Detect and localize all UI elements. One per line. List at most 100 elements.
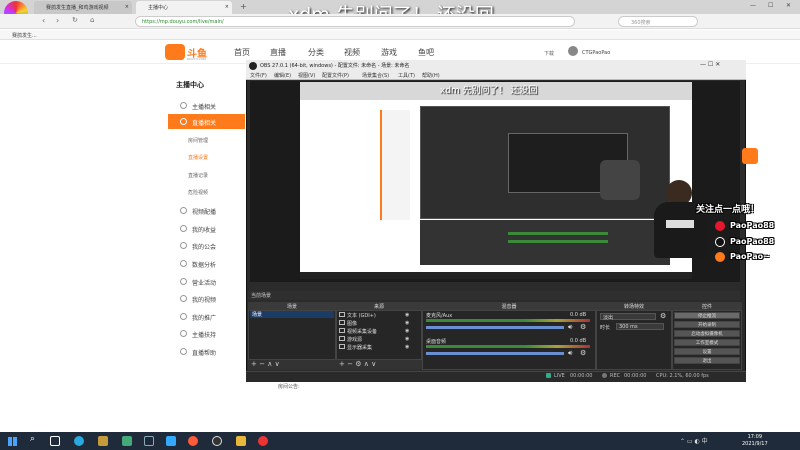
menu-support[interactable]: 主播扶持 bbox=[168, 326, 245, 341]
download-link[interactable]: 下载 bbox=[544, 50, 554, 57]
menu-income[interactable]: 我的收益 bbox=[168, 221, 245, 236]
submenu-danger[interactable]: 危险视频 bbox=[188, 189, 208, 196]
rec-indicator bbox=[602, 373, 607, 378]
duration-input[interactable]: 300 ms bbox=[616, 323, 664, 330]
menu-video[interactable]: 视频配播 bbox=[168, 203, 245, 218]
start-recording-button[interactable]: 开始录制 bbox=[674, 321, 740, 328]
obs-menu-file[interactable]: 文件(F) bbox=[250, 72, 267, 79]
reload-icon[interactable]: ↻ bbox=[72, 16, 78, 24]
new-tab-button[interactable]: + bbox=[240, 2, 247, 11]
source-item[interactable]: 文本 (GDI+) ◉ bbox=[337, 312, 422, 319]
exit-button[interactable]: 退出 bbox=[674, 357, 740, 364]
source-item[interactable]: 视频采集设备 ◉ bbox=[337, 328, 422, 335]
home-icon[interactable]: ⌂ bbox=[90, 16, 94, 24]
obs-menu-tools[interactable]: 工具(T) bbox=[398, 72, 415, 79]
obs-menu-profile[interactable]: 配置文件(P) bbox=[322, 72, 349, 79]
browser-tab[interactable]: 赛鸽发生直播_和鸡游戏视频 × bbox=[34, 1, 132, 14]
address-bar[interactable]: https://mp.douyu.com/live/main/ bbox=[135, 16, 575, 27]
scene-item[interactable]: 场景 bbox=[250, 311, 334, 318]
menu-myvideo[interactable]: 我的视频 bbox=[168, 291, 245, 306]
gear-icon[interactable]: ⚙ bbox=[355, 360, 361, 368]
eye-icon[interactable]: ◉ bbox=[405, 312, 409, 318]
forward-icon[interactable]: › bbox=[56, 16, 59, 25]
virtual-camera-button[interactable]: 启动虚拟摄像机 bbox=[674, 330, 740, 337]
speaker-icon[interactable]: 🔊︎ bbox=[568, 323, 572, 332]
eye-icon[interactable]: ◉ bbox=[405, 320, 409, 326]
nav-category[interactable]: 分类 bbox=[308, 47, 324, 58]
submenu-records[interactable]: 直播记录 bbox=[188, 172, 208, 179]
tray-icons[interactable]: ⌃ ▭ ◐ 中 bbox=[680, 436, 708, 445]
minimize-icon[interactable]: — bbox=[750, 2, 756, 9]
app-icon[interactable] bbox=[122, 436, 132, 446]
add-icon[interactable]: + bbox=[339, 360, 345, 368]
obs-menu-scenecol[interactable]: 场景集合(S) bbox=[362, 72, 389, 79]
obs-menu-help[interactable]: 帮助(H) bbox=[422, 72, 440, 79]
browser-icon[interactable] bbox=[258, 436, 268, 446]
eye-icon[interactable]: ◉ bbox=[405, 336, 409, 342]
remove-icon[interactable]: − bbox=[259, 360, 265, 368]
up-icon[interactable]: ∧ bbox=[364, 360, 369, 368]
menu-help[interactable]: 直播帮助 bbox=[168, 344, 245, 359]
menu-live[interactable]: 直播相关 bbox=[168, 114, 245, 129]
douyu-icon[interactable] bbox=[188, 436, 198, 446]
search-icon[interactable]: ⌕ bbox=[30, 434, 35, 444]
add-icon[interactable]: + bbox=[251, 360, 257, 368]
maximize-icon[interactable]: ☐ bbox=[768, 2, 773, 9]
app-icon[interactable] bbox=[166, 436, 176, 446]
edge-icon[interactable] bbox=[74, 436, 84, 446]
submenu-room[interactable]: 房间管理 bbox=[188, 137, 208, 144]
search-box[interactable]: 360搜索 bbox=[618, 16, 698, 27]
nav-fishbar[interactable]: 鱼吧 bbox=[418, 47, 434, 58]
source-item[interactable]: 显示器采集 ◉ bbox=[337, 344, 422, 351]
start-icon[interactable] bbox=[8, 437, 17, 446]
source-item[interactable]: 游戏源 ◉ bbox=[337, 336, 422, 343]
close-icon[interactable]: × bbox=[225, 4, 229, 10]
menu-guild[interactable]: 我的公会 bbox=[168, 238, 245, 253]
bookmark-item[interactable]: 赛鸽发生... bbox=[12, 32, 37, 39]
source-item[interactable]: 图像 ◉ bbox=[337, 320, 422, 327]
down-icon[interactable]: ∨ bbox=[371, 360, 376, 368]
nav-home[interactable]: 首页 bbox=[234, 47, 250, 58]
menu-promo[interactable]: 我的推广 bbox=[168, 309, 245, 324]
back-icon[interactable]: ‹ bbox=[42, 16, 45, 25]
douyu-logo-sub: DOUYU.COM bbox=[187, 57, 206, 61]
chart-icon bbox=[180, 260, 187, 267]
eye-icon[interactable]: ◉ bbox=[405, 328, 409, 334]
studio-mode-button[interactable]: 工作室模式 bbox=[674, 339, 740, 346]
nav-live[interactable]: 直播 bbox=[270, 47, 286, 58]
steam-icon[interactable] bbox=[144, 436, 154, 446]
gear-icon[interactable]: ⚙ bbox=[660, 312, 666, 320]
douyu-logo-icon[interactable] bbox=[165, 44, 185, 60]
menu-anchor[interactable]: 主播相关 bbox=[168, 98, 245, 113]
volume-slider[interactable] bbox=[426, 352, 564, 355]
speaker-icon[interactable]: 🔊︎ bbox=[568, 349, 572, 358]
eye-icon[interactable]: ◉ bbox=[405, 344, 409, 350]
browser-tab-active[interactable]: 主播中心 × bbox=[136, 1, 232, 14]
obs-menu-view[interactable]: 视图(V) bbox=[298, 72, 315, 79]
transition-select[interactable]: 淡出 bbox=[600, 313, 656, 321]
taskview-icon[interactable] bbox=[50, 436, 60, 446]
app-icon[interactable] bbox=[236, 436, 246, 446]
gear-icon[interactable]: ⚙ bbox=[580, 349, 586, 357]
gear-icon[interactable]: ⚙ bbox=[580, 323, 586, 331]
volume-slider[interactable] bbox=[426, 326, 564, 329]
close-window-icon[interactable]: ✕ bbox=[786, 2, 791, 9]
remove-icon[interactable]: − bbox=[347, 360, 353, 368]
submenu-settings[interactable]: 直播设置 bbox=[188, 154, 208, 161]
username[interactable]: CTGPaoPao bbox=[582, 50, 610, 56]
nav-games[interactable]: 游戏 bbox=[381, 47, 397, 58]
obs-icon[interactable] bbox=[212, 436, 222, 446]
menu-activity[interactable]: 营业活动 bbox=[168, 274, 245, 289]
close-icon[interactable]: × bbox=[125, 4, 129, 10]
nav-video[interactable]: 视频 bbox=[344, 47, 360, 58]
system-clock[interactable]: 17:09 2021/9/17 bbox=[742, 434, 768, 448]
up-icon[interactable]: ∧ bbox=[267, 360, 272, 368]
stop-stream-button[interactable]: 停止推流 bbox=[674, 312, 740, 319]
duration-value: 300 ms bbox=[619, 324, 638, 330]
down-icon[interactable]: ∨ bbox=[275, 360, 280, 368]
menu-data[interactable]: 数据分析 bbox=[168, 256, 245, 271]
obs-menu-edit[interactable]: 编辑(E) bbox=[274, 72, 291, 79]
app-icon[interactable] bbox=[98, 436, 108, 446]
avatar[interactable] bbox=[568, 46, 578, 56]
settings-button[interactable]: 设置 bbox=[674, 348, 740, 355]
